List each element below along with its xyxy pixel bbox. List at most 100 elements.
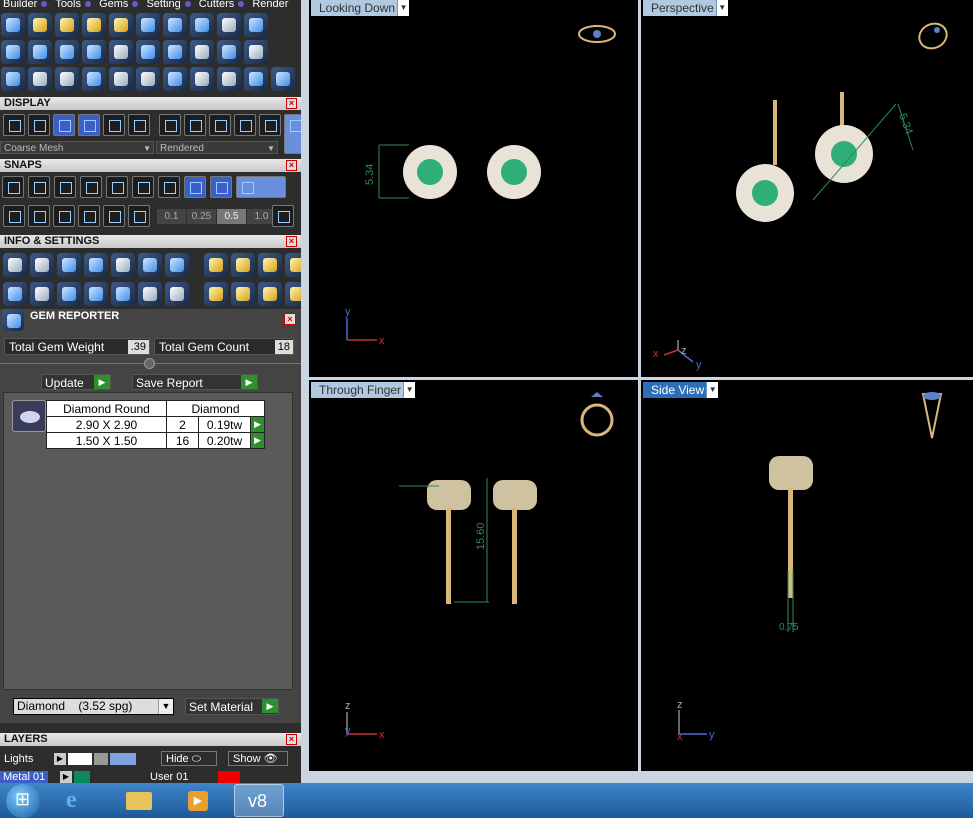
matrix-app-taskbar-button[interactable]: v8 xyxy=(234,784,284,817)
table-row[interactable]: 1.50 X 1.50 16 0.20tw ▶ xyxy=(46,432,265,449)
frame-icon[interactable] xyxy=(128,114,150,136)
select-row-button[interactable]: ▶ xyxy=(250,432,265,449)
shaded-sphere-icon[interactable] xyxy=(53,114,75,136)
windows-icon[interactable] xyxy=(3,282,27,306)
swap-icon[interactable] xyxy=(258,253,282,277)
corner-icon[interactable] xyxy=(136,67,160,91)
loft-icon[interactable] xyxy=(163,40,187,64)
metal-layer-label[interactable]: Metal 01 xyxy=(0,771,49,783)
diamond-icon[interactable] xyxy=(28,40,52,64)
internet-explorer-icon[interactable]: e xyxy=(54,784,104,817)
start-button[interactable] xyxy=(6,783,40,818)
plate-icon[interactable] xyxy=(55,40,79,64)
table-row[interactable]: 2.90 X 2.90 2 0.19tw ▶ xyxy=(46,416,265,433)
halo-tool-icon[interactable] xyxy=(190,13,214,37)
burst-icon[interactable] xyxy=(163,67,187,91)
lock-icon[interactable] xyxy=(94,753,108,765)
box-icon[interactable] xyxy=(165,253,189,277)
media-player-icon[interactable]: ▶ xyxy=(174,784,224,817)
report-icon[interactable] xyxy=(165,282,189,306)
increment-0-5[interactable]: 0.5 xyxy=(217,209,246,224)
sphere-pattern-icon[interactable] xyxy=(190,40,214,64)
select-row-button[interactable]: ▶ xyxy=(250,416,265,433)
profile-icon[interactable] xyxy=(82,40,106,64)
menu-builder[interactable]: Builder xyxy=(3,0,37,10)
snap-line-icon[interactable] xyxy=(210,176,232,198)
pave-tool-icon[interactable] xyxy=(55,13,79,37)
copy-icon[interactable] xyxy=(231,253,255,277)
select-icon[interactable] xyxy=(138,282,162,306)
grid-icon[interactable] xyxy=(3,114,25,136)
grid-array-icon[interactable] xyxy=(217,40,241,64)
ring-circle-icon[interactable] xyxy=(271,67,295,91)
material-select[interactable]: Diamond (3.52 spg) ▼ xyxy=(13,698,174,715)
wire-sphere-3-icon[interactable] xyxy=(209,114,231,136)
shape-tool-icon[interactable] xyxy=(163,13,187,37)
edit-icon[interactable] xyxy=(138,253,162,277)
close-icon[interactable]: × xyxy=(286,160,297,171)
notes-icon[interactable] xyxy=(111,253,135,277)
monitor-icon[interactable] xyxy=(30,282,54,306)
flower-icon[interactable] xyxy=(244,40,268,64)
light-sphere-icon[interactable] xyxy=(259,114,281,136)
shank-icon[interactable] xyxy=(109,40,133,64)
gem-tool-icon[interactable] xyxy=(1,13,25,37)
layers-icon[interactable] xyxy=(57,253,81,277)
viewport-side-view[interactable]: Side View ▼ 0.75 z x y xyxy=(641,380,973,771)
curve-icon[interactable] xyxy=(28,67,52,91)
snap-center-icon[interactable] xyxy=(158,176,180,198)
transform-2-icon[interactable] xyxy=(258,282,282,306)
display-side-toggle[interactable] xyxy=(284,114,301,154)
snap-grid-toggle[interactable] xyxy=(272,205,294,227)
set-material-button[interactable]: Set Material ▶ xyxy=(185,698,279,715)
bend-icon[interactable] xyxy=(55,67,79,91)
snap-end-icon[interactable] xyxy=(106,176,128,198)
prong-tool-icon[interactable] xyxy=(28,13,52,37)
mesh-quality-select[interactable]: Coarse Mesh ▼ xyxy=(0,141,154,154)
boxes-icon[interactable] xyxy=(1,67,25,91)
user-layer-color-swatch[interactable] xyxy=(218,771,240,783)
cage-icon[interactable] xyxy=(190,67,214,91)
update-button[interactable]: Update ▶ xyxy=(41,374,111,390)
close-icon[interactable]: × xyxy=(284,313,296,325)
snap-point-icon[interactable] xyxy=(80,176,102,198)
paint-icon[interactable] xyxy=(204,253,228,277)
increment-0-1[interactable]: 0.1 xyxy=(157,209,186,224)
expand-icon[interactable]: ▶ xyxy=(54,753,66,765)
save-report-button[interactable]: Save Report ▶ xyxy=(132,374,258,390)
menu-cutters[interactable]: Cutters xyxy=(199,0,234,10)
cube-snap-icon[interactable] xyxy=(28,205,50,227)
bezel-tool-icon[interactable] xyxy=(82,13,106,37)
menu-gems[interactable]: Gems xyxy=(99,0,128,10)
transform-3-icon[interactable] xyxy=(285,282,301,306)
cutter-tool-icon[interactable] xyxy=(217,13,241,37)
snap-tangent-icon[interactable] xyxy=(28,176,50,198)
user-layer-label[interactable]: User 01 xyxy=(150,769,189,783)
snap-quad-icon[interactable] xyxy=(132,176,154,198)
layer-color-swatch[interactable] xyxy=(68,753,92,765)
pattern-tool-icon[interactable] xyxy=(136,13,160,37)
wire-sphere-icon[interactable] xyxy=(159,114,181,136)
close-icon[interactable]: × xyxy=(286,734,297,745)
menu-render[interactable]: Render xyxy=(252,0,288,10)
cube-icon[interactable] xyxy=(57,282,81,306)
split-icon[interactable] xyxy=(217,67,241,91)
gizmo-icon[interactable] xyxy=(28,114,50,136)
wire-sphere-2-icon[interactable] xyxy=(184,114,206,136)
ring-rail-icon[interactable] xyxy=(1,40,25,64)
viewport-perspective[interactable]: Perspective ▼ 5.34 x z y xyxy=(641,0,973,377)
render-mode-select[interactable]: Rendered ▼ xyxy=(156,141,278,154)
delete-x-icon[interactable] xyxy=(285,253,301,277)
viewport-looking-down[interactable]: Looking Down ▼ 5.34 y x xyxy=(309,0,638,377)
viewport-through-finger[interactable]: Through Finger ▼ 15.60 z y x xyxy=(309,380,638,771)
material-icon[interactable] xyxy=(103,114,125,136)
plane-snap-icon[interactable] xyxy=(103,205,125,227)
hide-button[interactable]: Hide ⬭ xyxy=(161,751,217,766)
transform-1-icon[interactable] xyxy=(231,282,255,306)
scissors-icon[interactable] xyxy=(244,67,268,91)
snap-intersect-icon[interactable] xyxy=(54,176,76,198)
inspect-icon[interactable] xyxy=(30,253,54,277)
menu-setting[interactable]: Setting xyxy=(146,0,180,10)
book-icon[interactable] xyxy=(84,282,108,306)
increment-0-25[interactable]: 0.25 xyxy=(187,209,216,224)
